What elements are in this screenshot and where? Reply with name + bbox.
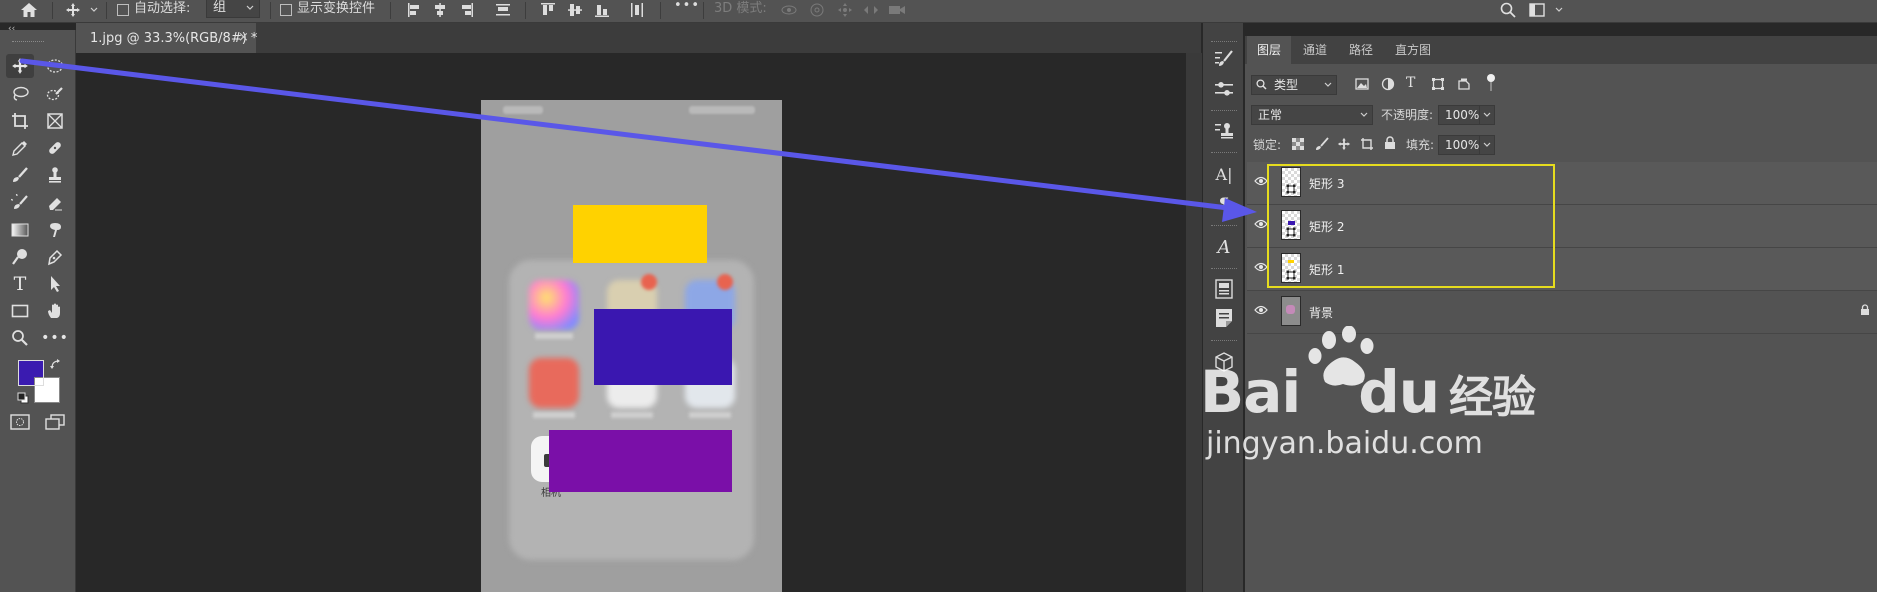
baidu-brand-text: Bai — [1200, 358, 1301, 426]
baidu-brand-du: du — [1358, 358, 1440, 426]
annotation-arrow — [19, 58, 1257, 222]
baidu-brand: Bai du 经验 — [1200, 358, 1536, 426]
baidu-brand-cn: 经验 — [1449, 372, 1536, 423]
baidu-url: jingyan.baidu.com — [1206, 426, 1483, 461]
